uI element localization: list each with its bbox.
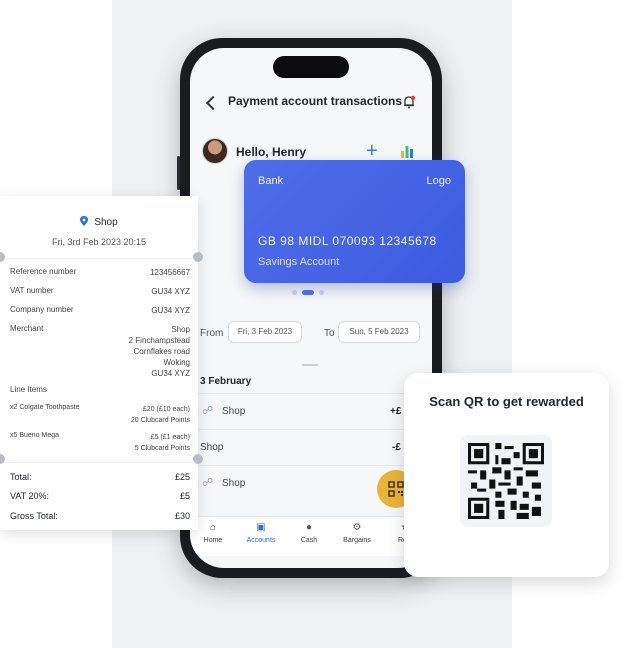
phone-frame: Payment account transactions Hello, Henr… bbox=[177, 38, 445, 578]
phone-screen: Payment account transactions Hello, Henr… bbox=[190, 48, 432, 568]
day-label: 3 February bbox=[200, 376, 252, 387]
vat-value: GU34 XYZ bbox=[151, 287, 190, 296]
location-pin-icon bbox=[80, 216, 89, 226]
line-item-price: £20 (£10 each) bbox=[142, 406, 190, 413]
line-item-name: x2 Colgate Toothpaste bbox=[10, 404, 80, 411]
from-date-field[interactable]: Fri, 3 Feb 2023 bbox=[228, 321, 302, 343]
receipt-merchant: Merchant Shop 2 Finchampstead Cornflakes… bbox=[10, 324, 190, 380]
vat20-label: VAT 20%: bbox=[10, 491, 50, 501]
qr-code-container bbox=[460, 435, 552, 527]
reference-label: Reference number bbox=[10, 267, 77, 276]
line-item: x5 Bueno Mega £5 (£1 each) 5 Clubcard Po… bbox=[10, 432, 190, 454]
transaction-name: Shop bbox=[200, 442, 224, 453]
qr-reward-card: Scan QR to get rewarded bbox=[404, 373, 609, 577]
card-account-number: GB 98 MIDL 070093 12345678 bbox=[258, 234, 437, 248]
tab-accounts[interactable]: ▣ Accounts bbox=[238, 522, 284, 545]
card-bank-name: Bank bbox=[258, 175, 284, 187]
from-label: From bbox=[200, 328, 224, 339]
total-label: Total: bbox=[10, 472, 32, 482]
tag-icon: ☍ bbox=[202, 477, 214, 489]
tab-label: Home bbox=[203, 537, 223, 544]
bank-card[interactable]: Bank Logo GB 98 MIDL 070093 12345678 Sav… bbox=[244, 160, 465, 283]
reference-value: 123456667 bbox=[149, 268, 190, 277]
merchant-line: 2 Finchampstead bbox=[128, 336, 190, 345]
back-icon[interactable] bbox=[205, 95, 221, 111]
line-items-label: Line Items bbox=[10, 385, 47, 394]
line-item-price-points: £5 (£1 each) 5 Clubcard Points bbox=[135, 432, 190, 454]
company-value: GU34 XYZ bbox=[151, 306, 190, 315]
gross-label: Gross Total: bbox=[10, 511, 58, 521]
receipt-notch bbox=[193, 454, 203, 464]
transaction-amount: -£ bbox=[392, 442, 401, 453]
vat20-value: £5 bbox=[179, 491, 190, 501]
line-item-points: 5 Clubcard Points bbox=[134, 445, 190, 452]
receipt-datetime: Fri, 3rd Feb 2023 20:15 bbox=[51, 237, 147, 247]
line-item-price-points: £20 (£10 each) 20 Clubcard Points bbox=[131, 404, 190, 426]
receipt-notch bbox=[0, 454, 5, 464]
tag-icon: ☍ bbox=[202, 405, 214, 417]
line-item-points: 20 Clubcard Points bbox=[130, 417, 190, 424]
line-item-name: x5 Bueno Mega bbox=[10, 432, 60, 439]
tab-bargains[interactable]: ⚙ Bargains bbox=[334, 522, 380, 545]
line-item-price: £5 (£1 each) bbox=[150, 434, 190, 441]
date-filter: From Fri, 3 Feb 2023 To Sun, 5 Feb 2023 bbox=[190, 318, 432, 348]
qr-code[interactable] bbox=[468, 443, 544, 519]
receipt-notch bbox=[193, 252, 203, 262]
bargains-icon: ⚙ bbox=[352, 522, 362, 533]
avatar[interactable] bbox=[202, 138, 228, 164]
carousel-dots bbox=[292, 290, 332, 296]
tab-cash[interactable]: ● Cash bbox=[286, 522, 332, 545]
volume-up-button bbox=[177, 156, 180, 190]
add-icon[interactable]: + bbox=[366, 141, 378, 161]
transaction-row[interactable]: Shop -£ bbox=[190, 429, 432, 463]
gross-value: £30 bbox=[174, 511, 190, 521]
stats-icon[interactable] bbox=[400, 144, 414, 158]
vat-label: VAT number bbox=[10, 286, 54, 295]
total-value: £25 bbox=[174, 472, 190, 482]
page-title: Payment account transactions bbox=[228, 94, 403, 108]
receipt-shop: Shop bbox=[0, 216, 198, 228]
carousel-dot[interactable] bbox=[292, 290, 297, 295]
to-date-field[interactable]: Sun, 5 Feb 2023 bbox=[338, 321, 420, 343]
merchant-line: Shop bbox=[171, 325, 190, 334]
line-item: x2 Colgate Toothpaste £20 (£10 each) 20 … bbox=[10, 404, 190, 426]
to-label: To bbox=[324, 328, 335, 339]
tab-label: Bargains bbox=[343, 537, 371, 544]
transaction-name: Shop bbox=[222, 478, 246, 489]
transaction-name: Shop bbox=[222, 406, 246, 417]
carousel-dot-active[interactable] bbox=[302, 290, 314, 295]
tab-label: Cash bbox=[300, 537, 318, 544]
bell-icon[interactable] bbox=[402, 95, 416, 109]
card-logo: Logo bbox=[426, 175, 451, 187]
merchant-line: Cornflakes road bbox=[133, 347, 190, 356]
card-account-type: Savings Account bbox=[258, 256, 340, 268]
merchant-label: Merchant bbox=[10, 324, 44, 333]
divider bbox=[6, 462, 192, 463]
qr-icon bbox=[388, 481, 404, 497]
tab-bar: ⌂ Home ▣ Accounts ● Cash ⚙ Bargains ★ Re… bbox=[190, 516, 432, 556]
divider bbox=[6, 258, 192, 259]
dynamic-island bbox=[273, 56, 349, 78]
greeting-text: Hello, Henry bbox=[236, 145, 307, 159]
merchant-line: GU34 XYZ bbox=[151, 369, 190, 378]
receipt-notch bbox=[0, 252, 5, 262]
top-bar: Payment account transactions bbox=[190, 92, 432, 122]
receipt-shop-name: Shop bbox=[94, 217, 118, 228]
receipt-panel: Shop Fri, 3rd Feb 2023 20:15 Reference n… bbox=[0, 196, 203, 530]
merchant-line: Woking bbox=[163, 358, 190, 367]
cash-icon: ● bbox=[305, 522, 313, 533]
tab-label: Accounts bbox=[246, 537, 276, 544]
company-label: Company number bbox=[10, 305, 74, 314]
drag-handle[interactable] bbox=[302, 364, 318, 366]
qr-title: Scan QR to get rewarded bbox=[429, 394, 584, 409]
home-icon: ⌂ bbox=[209, 522, 217, 533]
merchant-address: Shop 2 Finchampstead Cornflakes road Wok… bbox=[129, 324, 190, 379]
transaction-amount: +£ bbox=[390, 406, 402, 417]
transaction-row[interactable]: ☍ Shop +£ bbox=[190, 393, 432, 427]
carousel-dot[interactable] bbox=[319, 290, 324, 295]
accounts-icon: ▣ bbox=[256, 522, 266, 533]
